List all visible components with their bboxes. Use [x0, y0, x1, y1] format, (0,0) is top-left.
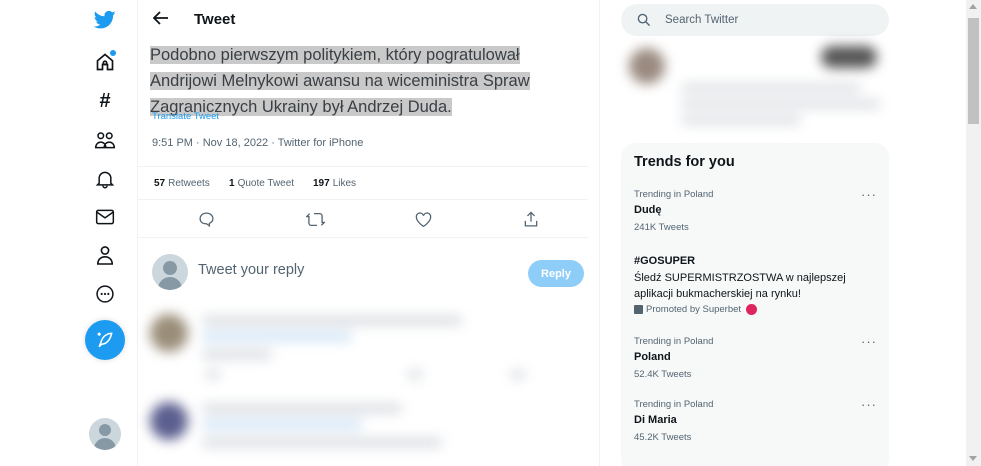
tweet-stats: 57 Retweets 1 Quote Tweet 197 Likes [138, 166, 588, 200]
notification-dot [110, 50, 116, 56]
retweets-stat[interactable]: 57 Retweets [154, 178, 210, 189]
compose-tweet-icon [95, 330, 115, 350]
promoted-by: Promoted by Superbet [634, 304, 758, 315]
trends-panel: Trends for you Trending in Poland Dudę 2… [621, 143, 889, 466]
hashtag-icon: # [99, 89, 111, 112]
left-nav-rail: # [0, 0, 138, 466]
home-nav-button[interactable] [87, 44, 123, 80]
bell-icon [95, 169, 115, 189]
trend-context: Trending in Poland [634, 336, 714, 347]
tweet-text-line: Podobno pierwszym politykiem, który pogr… [150, 46, 520, 64]
reply-input[interactable] [198, 262, 498, 278]
trend-item[interactable]: Trending in Poland Dudę 241K Tweets ··· [621, 187, 889, 237]
translate-tweet-link[interactable]: Translate Tweet [152, 111, 219, 122]
share-icon [523, 211, 539, 233]
account-avatar[interactable] [89, 418, 121, 450]
mail-icon [95, 208, 115, 226]
reply-avatar [152, 254, 188, 290]
trend-name: Dudę [634, 204, 662, 216]
scrollbar-thumb[interactable] [968, 18, 979, 124]
reply-button[interactable]: Reply [528, 260, 584, 287]
messages-nav-button[interactable] [87, 199, 123, 235]
search-bar[interactable] [621, 4, 889, 36]
search-input[interactable] [665, 4, 875, 36]
more-icon [95, 284, 115, 304]
scroll-down-arrow-icon[interactable] [969, 456, 977, 461]
retweet-action-button[interactable] [304, 211, 326, 233]
notifications-nav-button[interactable] [87, 161, 123, 197]
scroll-up-arrow-icon[interactable] [969, 4, 977, 9]
trend-name: Di Maria [634, 414, 677, 426]
profile-icon [96, 245, 114, 265]
trend-count: 52.4K Tweets [634, 369, 692, 380]
window-scrollbar[interactable] [966, 0, 981, 466]
profile-nav-button[interactable] [87, 237, 123, 273]
likes-stat[interactable]: 197 Likes [313, 178, 356, 189]
reply-tweet-blurred [146, 396, 586, 466]
comment-icon [198, 211, 215, 233]
trend-name: #GOSUPER [634, 255, 696, 267]
main-column: Tweet Podobno pierwszym politykiem, któr… [138, 0, 600, 466]
page-header: Tweet [138, 0, 600, 40]
back-button[interactable] [150, 9, 172, 31]
tweet-text: Podobno pierwszym politykiem, który pogr… [150, 42, 580, 120]
promoted-trend-item[interactable]: #GOSUPER Śledź SUPERMISTRZOSTWA w najlep… [621, 253, 889, 319]
retweet-icon [304, 211, 326, 233]
search-icon [637, 13, 651, 32]
promoted-icon [634, 305, 643, 314]
tweet-text-line: Andrijowi Melnykowi awansu na wiceminist… [150, 72, 530, 90]
tweet-timestamp[interactable]: 9:51 PM · Nov 18, 2022 · Twitter for iPh… [152, 137, 363, 149]
more-options-icon[interactable]: ··· [861, 397, 877, 412]
trend-count: 45.2K Tweets [634, 432, 692, 443]
tweet-actions [138, 204, 588, 238]
heart-icon [415, 211, 432, 233]
arrow-left-icon [152, 10, 169, 30]
more-nav-button[interactable] [87, 276, 123, 312]
communities-icon [94, 130, 116, 150]
trend-context: Trending in Poland [634, 399, 714, 410]
twitter-logo-icon[interactable] [87, 2, 123, 38]
right-sidebar: Trends for you Trending in Poland Dudę 2… [600, 0, 966, 466]
trend-context: Trending in Poland [634, 189, 714, 200]
reply-tweet-blurred [146, 308, 586, 394]
trend-item[interactable]: Trending in Poland Poland 52.4K Tweets ·… [621, 334, 889, 384]
reply-action-button[interactable] [196, 212, 216, 232]
share-action-button[interactable] [521, 211, 541, 233]
promoted-description: Śledź SUPERMISTRZOSTWA w najlepszej apli… [634, 272, 846, 300]
more-options-icon[interactable]: ··· [861, 187, 877, 202]
more-options-icon[interactable]: ··· [861, 334, 877, 349]
quote-tweets-stat[interactable]: 1 Quote Tweet [229, 178, 294, 189]
blurred-panel [621, 40, 889, 132]
trend-count: 241K Tweets [634, 222, 689, 233]
trend-item[interactable]: Trending in Poland Di Maria 45.2K Tweets… [621, 397, 889, 447]
superbet-logo-icon [746, 304, 758, 315]
page-title: Tweet [194, 11, 236, 28]
trends-title: Trends for you [634, 154, 735, 170]
like-action-button[interactable] [413, 211, 433, 233]
compose-tweet-button[interactable] [85, 320, 125, 360]
explore-nav-button[interactable]: # [87, 83, 123, 119]
trend-name: Poland [634, 351, 671, 363]
communities-nav-button[interactable] [87, 122, 123, 158]
